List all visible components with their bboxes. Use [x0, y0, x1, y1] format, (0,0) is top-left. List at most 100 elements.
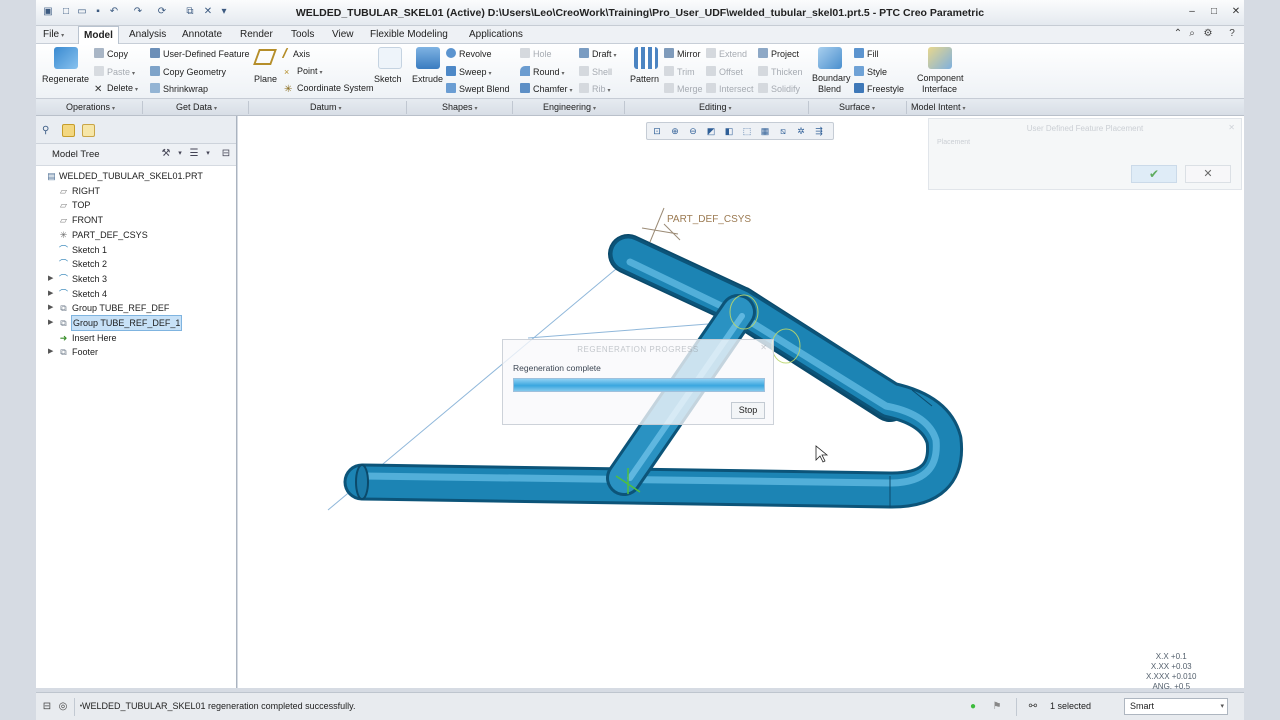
trim-button[interactable]: Trim [664, 66, 695, 78]
group-get-data[interactable]: Get Data ▾ [176, 102, 217, 112]
tab-render[interactable]: Render [235, 26, 278, 44]
regenerate-button[interactable]: Regenerate [42, 74, 89, 85]
display-style-icon[interactable]: ◧ [723, 126, 735, 137]
shrinkwrap-button[interactable]: Shrinkwrap [150, 83, 208, 95]
tab-analysis[interactable]: Analysis [124, 26, 171, 44]
settings-icon[interactable]: ⚙ [1202, 28, 1214, 40]
udf-dialog-close-icon[interactable]: ✕ [1228, 123, 1235, 132]
folder-browser-tab-icon[interactable] [62, 124, 75, 137]
delete-button[interactable]: ✕ Delete ▾ [94, 83, 138, 96]
copy-button[interactable]: Copy [94, 48, 128, 60]
group-engineering[interactable]: Engineering ▾ [543, 102, 596, 112]
intersect-button[interactable]: Intersect [706, 83, 754, 95]
tab-applications[interactable]: Applications [464, 26, 528, 44]
chamfer-button[interactable]: Chamfer ▾ [520, 83, 573, 97]
show-dropdown-icon[interactable]: ▾ [202, 148, 214, 160]
solidify-button[interactable]: Solidify [758, 83, 800, 95]
tab-flexible-modeling[interactable]: Flexible Modeling [365, 26, 453, 44]
annotation-display-icon[interactable]: ⇶ [813, 126, 825, 137]
component-interface-button[interactable]: Component [917, 73, 964, 84]
regenerate-icon [54, 47, 78, 69]
style-button[interactable]: Style [854, 66, 887, 78]
tree-filter-icon[interactable]: ⊟ [220, 148, 232, 160]
mirror-button[interactable]: Mirror [664, 48, 701, 60]
maximize-icon[interactable]: □ [1208, 6, 1220, 18]
selection-count[interactable]: 1 selected [1050, 701, 1091, 711]
round-button[interactable]: Round ▾ [520, 66, 565, 80]
regen-status-light-icon[interactable]: ● [966, 700, 980, 713]
draft-button[interactable]: Draft ▾ [579, 48, 617, 62]
plane-button[interactable]: Plane [254, 74, 277, 85]
collapse-ribbon-icon[interactable]: ⌃ [1172, 28, 1184, 40]
zoom-out-icon[interactable]: ⊖ [687, 126, 699, 137]
tree-settings-dropdown-icon[interactable]: ▾ [174, 148, 186, 160]
view-manager-icon[interactable]: ▦ [759, 126, 771, 137]
user-defined-feature-button[interactable]: User-Defined Feature [150, 48, 250, 60]
udf-placement-tab[interactable]: Placement [937, 139, 970, 146]
copy-geometry-button[interactable]: Copy Geometry [150, 66, 226, 78]
group-operations[interactable]: Operations ▾ [66, 102, 115, 112]
regen-dialog-close-icon[interactable]: ✕ [760, 343, 767, 352]
coordinate-system-button[interactable]: ✳ Coordinate System [284, 83, 374, 95]
close-icon[interactable]: ✕ [1230, 6, 1242, 18]
sketch-button[interactable]: Sketch [374, 74, 402, 85]
extrude-button[interactable]: Extrude [412, 74, 443, 85]
search-icon[interactable]: ⌕ [1186, 28, 1198, 40]
group-editing[interactable]: Editing ▾ [699, 102, 732, 112]
saved-orientations-icon[interactable]: ⬚ [741, 126, 753, 137]
thicken-button[interactable]: Thicken [758, 66, 803, 78]
expand-arrow-icon[interactable]: ▶ [48, 272, 56, 286]
axis-button[interactable]: Axis [281, 48, 310, 60]
project-button[interactable]: Project [758, 48, 799, 60]
stop-button[interactable]: Stop [731, 402, 765, 419]
paste-button[interactable]: Paste ▾ [94, 66, 135, 80]
rib-button[interactable]: Rib ▾ [579, 83, 611, 97]
group-model-intent[interactable]: Model Intent ▾ [911, 102, 966, 112]
refit-icon[interactable]: ⊡ [651, 126, 663, 137]
swept-blend-button[interactable]: Swept Blend [446, 83, 510, 95]
expand-arrow-icon[interactable]: ▶ [48, 301, 56, 315]
pattern-button[interactable]: Pattern [630, 74, 659, 85]
group-datum[interactable]: Datum ▾ [310, 102, 342, 112]
shell-button[interactable]: Shell [579, 66, 612, 78]
repaint-icon[interactable]: ◩ [705, 126, 717, 137]
sweep-button[interactable]: Sweep ▾ [446, 66, 492, 80]
tab-annotate[interactable]: Annotate [177, 26, 227, 44]
merge-button[interactable]: Merge [664, 83, 703, 95]
fill-button[interactable]: Fill [854, 48, 879, 60]
hole-button[interactable]: Hole [520, 48, 552, 60]
ok-button[interactable]: ✔ [1131, 165, 1177, 183]
tab-model[interactable]: Model [78, 26, 119, 44]
selection-filter-select[interactable]: Smart ▾ [1124, 698, 1228, 715]
favorites-tab-icon[interactable] [82, 124, 95, 137]
expand-arrow-icon[interactable]: ▶ [48, 316, 56, 330]
freestyle-button[interactable]: Freestyle [854, 83, 904, 95]
graphics-window[interactable]: PART_DEF_CSYS ⊡ ⊕ ⊖ ◩ ◧ ⬚ ▦ ⧅ ✲ ⇶ User D… [238, 116, 1244, 691]
find-icon[interactable]: ⚯ [1026, 700, 1040, 713]
help-icon[interactable]: ? [1226, 28, 1238, 40]
group-surface[interactable]: Surface ▾ [839, 102, 875, 112]
show-navigator-icon[interactable]: ⊟ [40, 700, 54, 713]
minimize-icon[interactable]: ‒ [1186, 6, 1198, 18]
zoom-in-icon[interactable]: ⊕ [669, 126, 681, 137]
show-columns-icon[interactable]: ☰ [188, 148, 200, 160]
extend-button[interactable]: Extend [706, 48, 747, 60]
boundary-blend-button[interactable]: Boundary [812, 73, 851, 84]
datum-display-icon[interactable]: ⧅ [777, 126, 789, 137]
model-tree-tab-icon[interactable]: ⚲ [42, 124, 55, 137]
offset-button[interactable]: Offset [706, 66, 743, 78]
tab-tools[interactable]: Tools [286, 26, 319, 44]
expand-arrow-icon[interactable]: ▶ [48, 345, 56, 359]
revolve-button[interactable]: Revolve [446, 48, 492, 60]
file-menu[interactable]: File ▾ [38, 26, 69, 44]
group-shapes[interactable]: Shapes ▾ [442, 102, 478, 112]
point-button[interactable]: × Point ▾ [284, 66, 323, 79]
checkmark-icon: ✔ [1148, 167, 1160, 181]
spin-center-icon[interactable]: ✲ [795, 126, 807, 137]
browser-icon[interactable]: ◎ [56, 700, 70, 713]
flag-icon[interactable]: ⚑ [990, 700, 1004, 713]
expand-arrow-icon[interactable]: ▶ [48, 287, 56, 301]
cancel-button[interactable]: ✕ [1185, 165, 1231, 183]
tab-view[interactable]: View [327, 26, 359, 44]
tree-settings-icon[interactable]: ⚒ [160, 148, 172, 160]
